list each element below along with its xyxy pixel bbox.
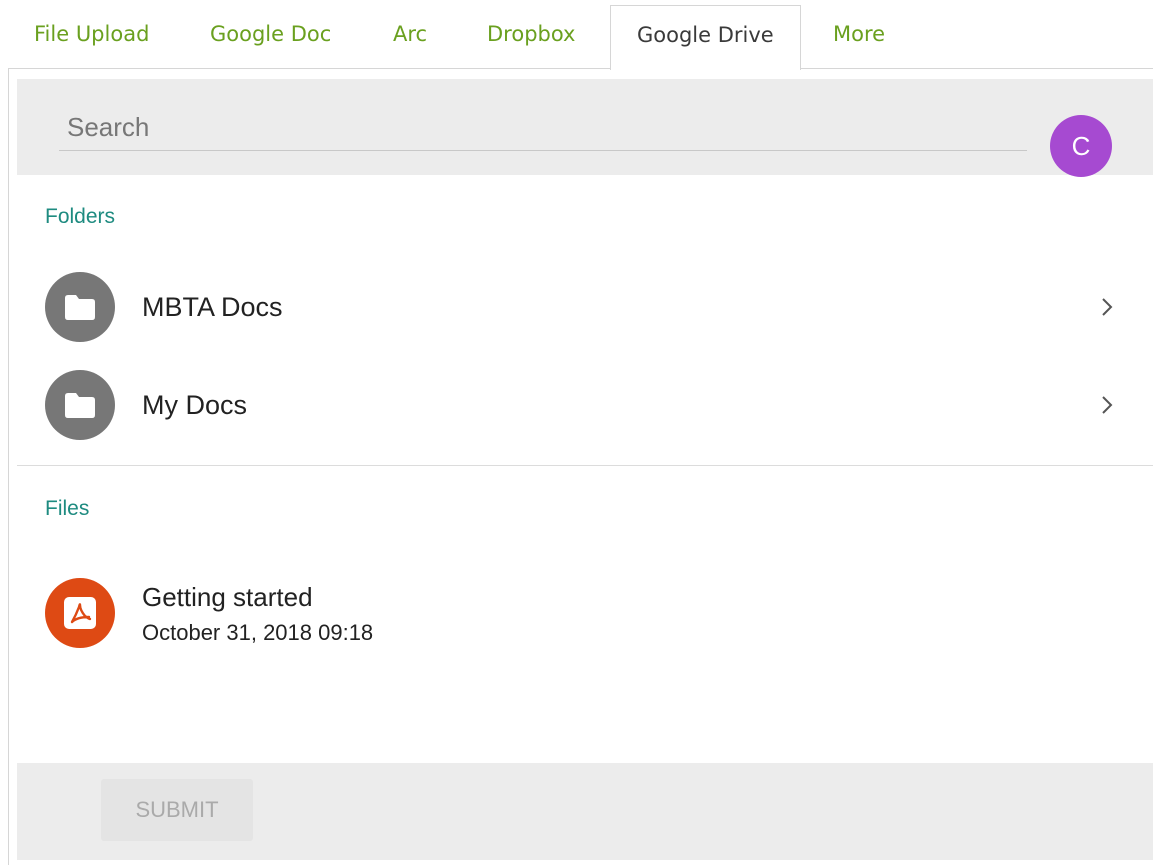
chevron-right-icon xyxy=(1097,390,1117,420)
folder-icon xyxy=(45,272,115,342)
pdf-icon xyxy=(45,578,115,648)
folder-icon xyxy=(45,370,115,440)
search-bar: C xyxy=(17,79,1153,177)
google-drive-panel: C Folders MBTA Docs My Docs Files xyxy=(8,68,1153,865)
folder-row-my-docs[interactable]: My Docs xyxy=(17,360,1153,450)
folders-section-title: Folders xyxy=(45,205,116,228)
tab-more[interactable]: More xyxy=(833,22,885,46)
tab-arc[interactable]: Arc xyxy=(393,22,427,46)
file-date: October 31, 2018 09:18 xyxy=(142,620,374,645)
footer-bar: SUBMIT xyxy=(17,763,1153,860)
tab-google-doc[interactable]: Google Doc xyxy=(210,22,331,46)
tab-bar: File Upload Google Doc Arc Dropbox Googl… xyxy=(0,0,1153,70)
submit-button[interactable]: SUBMIT xyxy=(101,779,253,841)
files-section-title: Files xyxy=(45,497,90,520)
search-input[interactable] xyxy=(59,105,1027,151)
file-row-getting-started[interactable]: Getting started October 31, 2018 09:18 xyxy=(17,568,1153,658)
tab-file-upload[interactable]: File Upload xyxy=(34,22,149,46)
section-divider xyxy=(17,465,1153,466)
folder-label: MBTA Docs xyxy=(142,292,283,322)
folder-row-mbta-docs[interactable]: MBTA Docs xyxy=(17,262,1153,352)
folder-label: My Docs xyxy=(142,390,248,420)
avatar[interactable]: C xyxy=(1050,115,1112,177)
file-name: Getting started xyxy=(142,582,313,612)
chevron-right-icon xyxy=(1097,292,1117,322)
tab-dropbox[interactable]: Dropbox xyxy=(487,22,575,46)
tab-google-drive[interactable]: Google Drive xyxy=(610,5,801,70)
